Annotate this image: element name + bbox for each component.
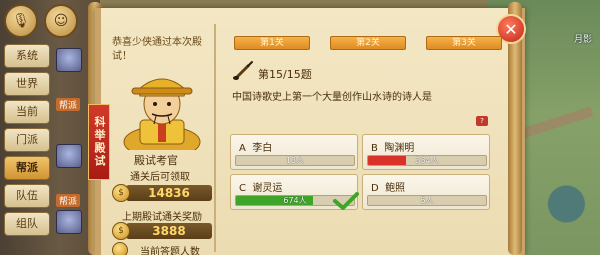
chat-channel-tag: 帮派 (56, 98, 81, 111)
examiner-portrait (123, 78, 201, 150)
last-reward-value: 3888 (126, 223, 212, 239)
option-label: A 李白 (239, 143, 273, 154)
channel-group[interactable]: 组队 (4, 212, 50, 236)
emoji-icon[interactable]: ☺ (44, 4, 78, 38)
examiner-name: 殿试考官 (134, 154, 178, 167)
brush-icon (233, 61, 253, 80)
coin-icon: $ (112, 184, 130, 202)
stage-tabs: 第1关 第2关 第3关 (234, 36, 502, 50)
channel-guild[interactable]: 帮派 (4, 156, 50, 180)
channel-system[interactable]: 系统 (4, 44, 50, 68)
coin-icon: $ (112, 222, 130, 240)
reward-value: 14836 (126, 185, 212, 201)
option-label: C 谢灵运 (239, 183, 283, 194)
vote-count: 334人 (415, 156, 439, 165)
option-b[interactable]: B 陶渊明 334人 (362, 134, 490, 170)
channel-current[interactable]: 当前 (4, 100, 50, 124)
last-reward-row: $ 3888 (112, 222, 212, 240)
vote-bar: 13人 (235, 155, 355, 166)
option-d[interactable]: D 鲍照 5人 (362, 174, 490, 210)
participants-label: 当前答题人数 (140, 247, 200, 255)
chat-avatar[interactable] (56, 144, 82, 168)
reward-label: 通关后可领取 (130, 172, 190, 183)
question-text: 中国诗歌史上第一个大量创作山水诗的诗人是 (232, 92, 432, 103)
vote-count: 5人 (420, 196, 434, 205)
channel-sect[interactable]: 门派 (4, 128, 50, 152)
vote-bar: 5人 (367, 195, 487, 206)
game-screen: 🎙 ☺ 系统 世界 当前 门派 帮派 队伍 组队 帮派 帮派 月影 ✕ 恭喜少侠… (0, 0, 600, 255)
tab-stage-1[interactable]: 第1关 (234, 36, 310, 50)
option-a[interactable]: A 李白 13人 (230, 134, 358, 170)
channel-team[interactable]: 队伍 (4, 184, 50, 208)
vote-bar: 334人 (367, 155, 487, 166)
channel-world[interactable]: 世界 (4, 72, 50, 96)
top-left-icons: 🎙 ☺ (4, 4, 78, 38)
option-label: B 陶渊明 (371, 143, 415, 154)
exam-banner: 科举殿试 (88, 104, 110, 180)
panel-divider (214, 24, 216, 252)
chat-channel-tag: 帮派 (56, 194, 81, 207)
option-label: D 鲍照 (371, 183, 406, 194)
question-counter: 第15/15题 (258, 68, 312, 81)
microphone-icon[interactable]: 🎙 (4, 4, 38, 38)
vote-count: 13人 (285, 156, 305, 165)
chat-channel-list: 系统 世界 当前 门派 帮派 队伍 组队 (4, 44, 50, 240)
chat-avatar[interactable] (56, 48, 82, 72)
hint-icon[interactable]: ? (476, 116, 488, 126)
reward-row: $ 14836 (112, 184, 212, 202)
last-reward-label: 上期殿试通关奖励 (122, 212, 202, 223)
map-name: 月影 (573, 35, 592, 45)
chat-avatar[interactable] (56, 210, 82, 234)
correct-checkmark-icon (333, 192, 359, 210)
tab-stage-2[interactable]: 第2关 (330, 36, 406, 50)
tab-stage-3[interactable]: 第3关 (426, 36, 502, 50)
coin-icon (112, 242, 128, 255)
greeting-text: 恭喜少侠通过本次殿试！ (112, 37, 202, 62)
